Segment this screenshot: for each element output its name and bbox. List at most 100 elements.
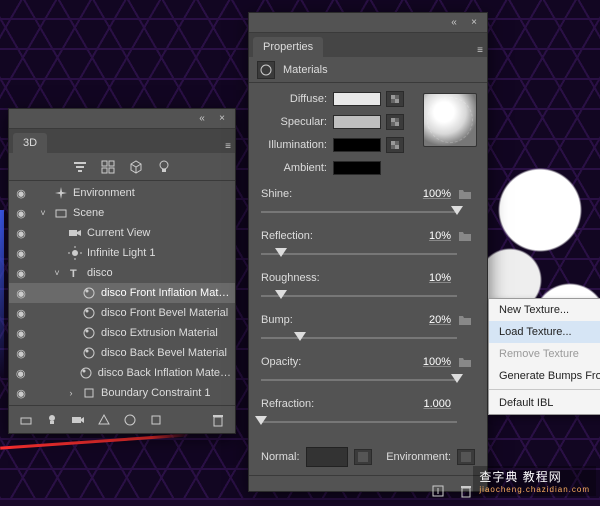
folder-icon[interactable] (455, 314, 475, 326)
panel-3d: « × 3D ≡ ◉Environment◉˅Scene◉Current Vie… (8, 108, 236, 434)
camera-icon[interactable] (69, 411, 87, 429)
color-swatch[interactable] (333, 92, 381, 106)
tree-row-5[interactable]: ◉ disco Front Inflation Mat… (9, 283, 235, 303)
tree-row-label: Current View (87, 227, 150, 239)
texture-menu-icon[interactable] (386, 137, 404, 153)
material-icon (81, 285, 97, 301)
visibility-eye-icon[interactable]: ◉ (13, 287, 29, 300)
texture-menu-icon[interactable] (386, 91, 404, 107)
param-value[interactable]: 10% (403, 272, 455, 284)
mesh-icon[interactable] (95, 411, 113, 429)
tree-row-8[interactable]: ◉ disco Back Bevel Material (9, 343, 235, 363)
lightbulb-icon[interactable] (155, 158, 173, 176)
param-value[interactable]: 10% (403, 230, 455, 242)
panel-menu-icon[interactable]: ≡ (473, 43, 487, 57)
folder-icon[interactable] (455, 188, 475, 200)
param-value[interactable]: 20% (403, 314, 455, 326)
expand-icon[interactable]: ˅ (51, 268, 63, 278)
param-refraction: Refraction:1.000 (261, 395, 475, 429)
cube-icon[interactable] (127, 158, 145, 176)
ctx-item-3[interactable]: Generate Bumps From (489, 365, 600, 387)
close-icon[interactable]: × (467, 16, 481, 30)
visibility-eye-icon[interactable]: ◉ (13, 327, 29, 340)
tab-3d[interactable]: 3D (13, 133, 47, 153)
panel-3d-tabbar: 3D ≡ (9, 129, 235, 153)
param-slider[interactable] (261, 247, 475, 261)
texture-menu-icon[interactable] (386, 114, 404, 130)
panel-3d-toolbar (9, 153, 235, 181)
param-slider[interactable] (261, 205, 475, 219)
axis-z-line (0, 210, 4, 380)
visibility-eye-icon[interactable]: ◉ (13, 247, 29, 260)
panel-properties-header[interactable]: « × (249, 13, 487, 33)
tree-row-6[interactable]: ◉disco Front Bevel Material (9, 303, 235, 323)
tree-row-9[interactable]: ◉disco Back Inflation Mate… (9, 363, 235, 383)
trash-icon[interactable] (457, 482, 475, 500)
trash-icon[interactable] (209, 411, 227, 429)
tree-row-7[interactable]: ◉ disco Extrusion Material (9, 323, 235, 343)
visibility-eye-icon[interactable]: ◉ (13, 207, 29, 220)
tree-row-10[interactable]: ◉›Boundary Constraint 1 (9, 383, 235, 403)
visibility-eye-icon[interactable]: ◉ (13, 267, 29, 280)
tree-row-3[interactable]: ◉Infinite Light 1 (9, 243, 235, 263)
param-label: Shine: (261, 188, 333, 200)
visibility-eye-icon[interactable]: ◉ (13, 367, 28, 380)
panel-3d-header[interactable]: « × (9, 109, 235, 129)
material-preview[interactable] (423, 93, 477, 147)
panel-properties-tabbar: Properties ≡ (249, 33, 487, 57)
material-icon (81, 345, 97, 361)
normal-label: Normal: (261, 451, 300, 463)
tree-row-1[interactable]: ◉˅Scene (9, 203, 235, 223)
plane-icon[interactable] (17, 411, 35, 429)
tree-row-label: disco Extrusion Material (101, 327, 218, 339)
tree-row-2[interactable]: ◉ Current View (9, 223, 235, 243)
sun-icon (67, 245, 83, 261)
normal-texture-menu[interactable] (354, 449, 372, 465)
visibility-eye-icon[interactable]: ◉ (13, 347, 29, 360)
color-swatch[interactable] (333, 115, 381, 129)
visibility-eye-icon[interactable]: ◉ (13, 387, 29, 400)
tree-row-0[interactable]: ◉Environment (9, 183, 235, 203)
color-swatch[interactable] (333, 161, 381, 175)
tab-properties[interactable]: Properties (253, 37, 323, 57)
grid-icon[interactable] (99, 158, 117, 176)
param-label: Roughness: (261, 272, 333, 284)
ctx-item-default-ibl[interactable]: Default IBL (489, 392, 600, 414)
param-reflection: Reflection:10% (261, 227, 475, 261)
ctx-item-1[interactable]: Load Texture... (489, 321, 600, 343)
param-slider[interactable] (261, 289, 475, 303)
param-value[interactable]: 1.000 (403, 398, 455, 410)
constraint-icon[interactable] (147, 411, 165, 429)
material-icon[interactable] (121, 411, 139, 429)
filter-icon[interactable] (71, 158, 89, 176)
param-slider[interactable] (261, 331, 475, 345)
color-swatch[interactable] (333, 138, 381, 152)
tree-row-label: disco Front Inflation Mat… (101, 287, 229, 299)
ctx-separator (489, 389, 600, 390)
visibility-eye-icon[interactable]: ◉ (13, 227, 29, 240)
color-label: Diffuse: (259, 93, 327, 105)
param-value[interactable]: 100% (403, 188, 455, 200)
folder-icon[interactable] (455, 356, 475, 368)
environment-texture-menu[interactable] (457, 449, 475, 465)
tree-row-label: disco Back Bevel Material (101, 347, 227, 359)
normal-swatch[interactable] (306, 447, 348, 467)
collapse-icon[interactable]: « (447, 16, 461, 30)
tree-row-4[interactable]: ◉˅Tdisco (9, 263, 235, 283)
expand-icon[interactable]: › (65, 388, 77, 398)
collapse-icon[interactable]: « (195, 112, 209, 126)
param-value[interactable]: 100% (403, 356, 455, 368)
folder-icon[interactable] (455, 230, 475, 242)
expand-icon[interactable]: ˅ (37, 208, 49, 218)
ctx-item-0[interactable]: New Texture... (489, 299, 600, 321)
panel-menu-icon[interactable]: ≡ (221, 139, 235, 153)
visibility-eye-icon[interactable]: ◉ (13, 187, 29, 200)
param-slider[interactable] (261, 415, 475, 429)
lightbulb-icon[interactable] (43, 411, 61, 429)
watermark-text: 查字典 教程网 (479, 470, 561, 484)
param-slider[interactable] (261, 373, 475, 387)
new-material-icon[interactable] (429, 482, 447, 500)
visibility-eye-icon[interactable]: ◉ (13, 307, 29, 320)
close-icon[interactable]: × (215, 112, 229, 126)
svg-text:T: T (70, 268, 77, 280)
